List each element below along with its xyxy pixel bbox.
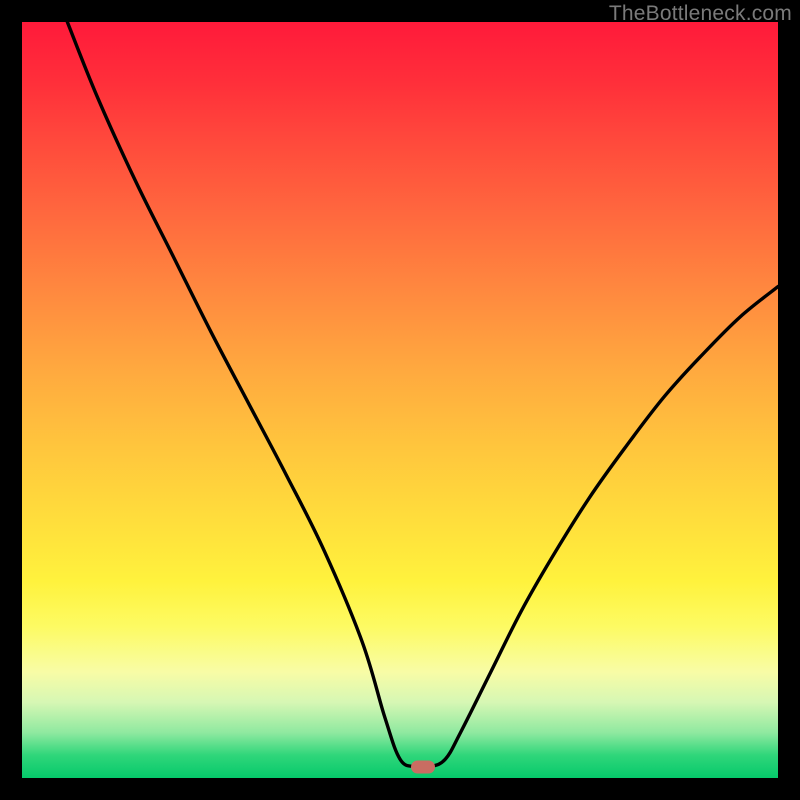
watermark-text: TheBottleneck.com bbox=[609, 2, 792, 26]
optimal-point-marker bbox=[411, 760, 435, 773]
bottleneck-curve bbox=[22, 22, 778, 778]
chart-frame: TheBottleneck.com bbox=[0, 0, 800, 800]
plot-area bbox=[22, 22, 778, 778]
